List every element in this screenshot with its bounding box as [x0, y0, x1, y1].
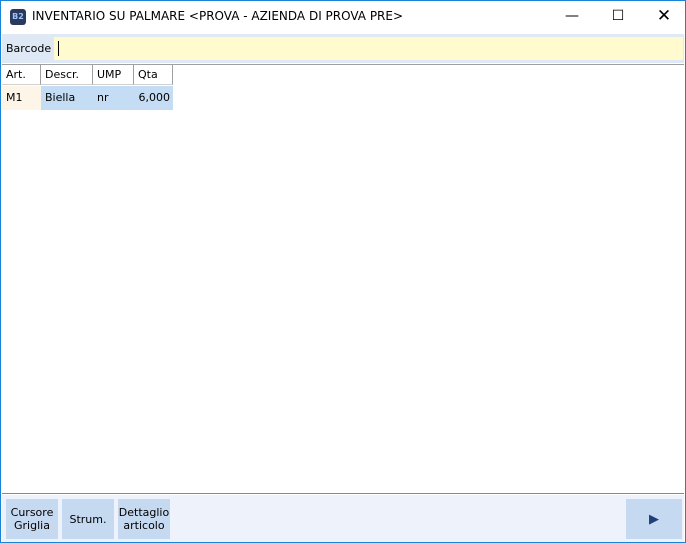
cell-art[interactable]: M1	[2, 86, 41, 110]
close-button[interactable]: ✕	[641, 1, 686, 32]
play-right-icon: ▶	[649, 511, 659, 527]
cell-descr[interactable]: Biella	[41, 86, 93, 110]
footer-toolbar: Cursore Griglia Strum. Dettaglio articol…	[2, 495, 684, 542]
maximize-button[interactable]: ☐	[595, 1, 641, 32]
barcode-label: Barcode	[6, 42, 52, 55]
app-window: B2 INVENTARIO SU PALMARE <PROVA - AZIEND…	[0, 0, 686, 543]
barcode-bar: Barcode	[2, 34, 684, 63]
cell-qta[interactable]: 6,000	[134, 86, 173, 110]
col-qta[interactable]: Qta	[134, 65, 173, 85]
table-row[interactable]: M1 Biella nr 6,000	[2, 86, 173, 110]
next-button[interactable]: ▶	[626, 499, 682, 539]
text-caret	[58, 41, 59, 56]
minimize-button[interactable]: —	[549, 1, 595, 32]
cell-ump[interactable]: nr	[93, 86, 134, 110]
dettaglio-articolo-button[interactable]: Dettaglio articolo	[118, 499, 170, 539]
col-art[interactable]: Art.	[2, 65, 41, 85]
col-descr[interactable]: Descr.	[41, 65, 93, 85]
strum-button[interactable]: Strum.	[62, 499, 114, 539]
cursore-griglia-button[interactable]: Cursore Griglia	[6, 499, 58, 539]
inventory-grid[interactable]: Art. Descr. UMP Qta M1 Biella nr 6,000	[2, 64, 684, 494]
title-bar: B2 INVENTARIO SU PALMARE <PROVA - AZIEND…	[1, 1, 685, 32]
col-ump[interactable]: UMP	[93, 65, 134, 85]
grid-header: Art. Descr. UMP Qta	[2, 65, 173, 85]
app-logo-icon: B2	[10, 9, 26, 25]
barcode-input[interactable]	[54, 37, 683, 60]
window-title: INVENTARIO SU PALMARE <PROVA - AZIENDA D…	[32, 9, 404, 23]
